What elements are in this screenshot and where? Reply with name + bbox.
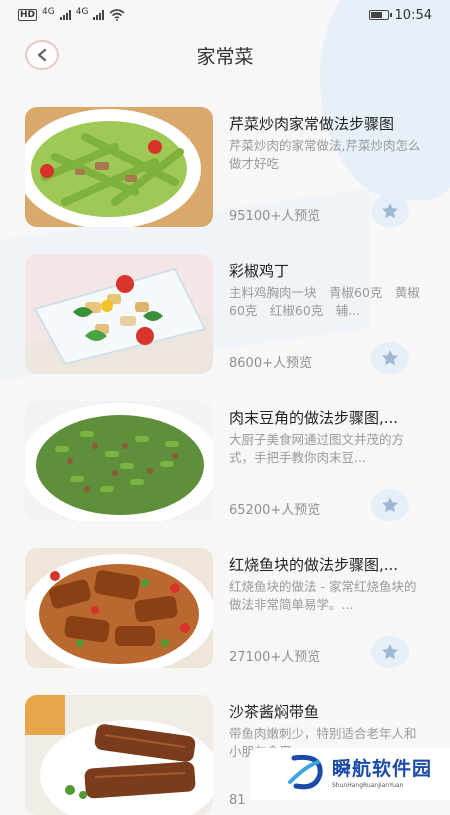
recipe-views: 27100+人预览 <box>229 650 321 665</box>
recipe-image-braised-hairtail <box>25 695 213 815</box>
recipe-card[interactable]: 彩椒鸡丁 主料鸡胸肉一块 青椒60克 黄椒60克 红椒60克 辅... 8600… <box>25 254 425 374</box>
watermark: 瞬航软件园 ShunHangRuanJianYuan <box>250 748 450 800</box>
hd-indicator: HD <box>18 9 38 21</box>
recipe-desc: 芹菜炒肉的家常做法,芹菜炒肉怎么做才好吃 <box>229 138 421 171</box>
signal-icon <box>93 10 105 20</box>
signal-icon <box>59 10 71 20</box>
signal-label-1: 4G <box>42 7 55 17</box>
header: 家常菜 <box>0 36 450 72</box>
favorite-button[interactable] <box>371 342 409 374</box>
watermark-sub: ShunHangRuanJianYuan <box>332 782 404 789</box>
signal-label-2: 4G <box>75 7 89 17</box>
favorite-button[interactable] <box>371 195 409 227</box>
recipe-desc: 红烧鱼块的做法 - 家常红烧鱼块的做法非常简单易学。... <box>229 579 417 612</box>
recipe-card[interactable]: 红烧鱼块的做法步骤图,... 红烧鱼块的做法 - 家常红烧鱼块的做法非常简单易学… <box>25 548 425 668</box>
star-icon <box>382 350 398 366</box>
recipe-card[interactable]: 肉末豆角的做法步骤图,... 大厨子美食网通过图文并茂的方式，手把手教你肉末豆.… <box>25 401 425 521</box>
watermark-main: 瞬航软件园 <box>332 758 433 780</box>
status-time: 10:54 <box>394 7 432 23</box>
recipe-views: 65200+人预览 <box>229 503 321 518</box>
star-icon <box>382 497 398 513</box>
wifi-icon <box>109 9 125 21</box>
star-icon <box>382 644 398 660</box>
recipe-title: 红烧鱼块的做法步骤图,... <box>229 556 399 574</box>
star-icon <box>382 203 398 219</box>
status-right: 10:54 <box>368 7 432 23</box>
watermark-text: 瞬航软件园 ShunHangRuanJianYuan <box>332 754 432 789</box>
recipe-image-braised-fish <box>25 548 213 668</box>
recipe-title: 彩椒鸡丁 <box>229 262 290 280</box>
recipe-desc: 主料鸡胸肉一块 青椒60克 黄椒60克 红椒60克 辅... <box>229 285 420 318</box>
recipe-image-pepper-chicken <box>25 254 213 374</box>
status-left: HD 4G 4G <box>18 7 125 23</box>
recipe-views: 81 <box>229 793 246 808</box>
status-bar: HD 4G 4G 10:54 <box>0 0 450 30</box>
recipe-image-celery <box>25 107 213 227</box>
recipe-desc: 大厨子美食网通过图文并茂的方式，手把手教你肉末豆... <box>229 432 405 465</box>
recipe-image-minced-pork-beans <box>25 401 213 521</box>
recipe-title: 肉末豆角的做法步骤图,... <box>229 409 399 427</box>
favorite-button[interactable] <box>371 636 409 668</box>
recipe-title: 沙茶酱焖带鱼 <box>229 703 320 721</box>
recipe-card[interactable]: 芹菜炒肉家常做法步骤图 芹菜炒肉的家常做法,芹菜炒肉怎么做才好吃 95100+人… <box>25 107 425 227</box>
recipe-title: 芹菜炒肉家常做法步骤图 <box>229 115 395 133</box>
battery-icon <box>368 10 392 20</box>
watermark-logo-icon <box>288 754 323 790</box>
recipe-views: 8600+人预览 <box>229 356 312 371</box>
recipe-views: 95100+人预览 <box>229 209 321 224</box>
favorite-button[interactable] <box>371 489 409 521</box>
page-title: 家常菜 <box>196 46 254 68</box>
